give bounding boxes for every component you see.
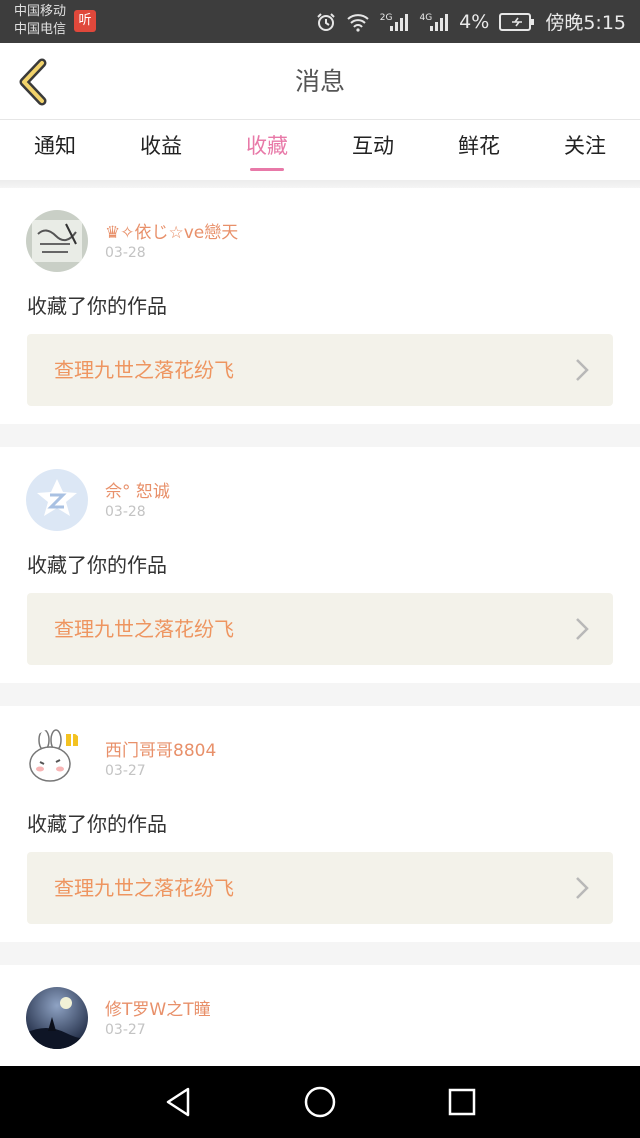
message-card: 西门哥哥8804 03-27 收藏了你的作品 查理九世之落花纷飞 <box>0 706 640 942</box>
avatar[interactable] <box>26 469 88 531</box>
message-date: 03-28 <box>105 504 146 520</box>
work-link[interactable]: 查理九世之落花纷飞 <box>27 852 613 924</box>
username[interactable]: 西门哥哥8804 <box>105 736 216 761</box>
message-card: 修T罗W之T瞳 03-27 <box>0 965 640 1075</box>
carrier-1: 中国移动 <box>14 4 67 19</box>
tab-notifications[interactable]: 通知 <box>10 120 100 180</box>
wifi-icon <box>346 12 370 32</box>
status-bar: 中国移动 中国电信 听 2G 4G 4% 傍晚5:15 <box>0 0 640 43</box>
network-2g-label: 2G <box>379 12 393 23</box>
carrier-2: 中国电信 <box>14 22 67 37</box>
work-link[interactable]: 查理九世之落花纷飞 <box>27 334 613 406</box>
tab-favorites[interactable]: 收藏 <box>222 120 312 180</box>
clock: 傍晚5:15 <box>545 12 626 34</box>
signal-icon-4g: 4G <box>419 13 449 31</box>
message-card: ♛✧依じ☆ve戀天 03-28 收藏了你的作品 查理九世之落花纷飞 <box>0 188 640 424</box>
message-date: 03-28 <box>105 245 146 261</box>
action-text: 收藏了你的作品 <box>27 294 167 318</box>
battery-percent: 4% <box>459 10 490 33</box>
tab-follows[interactable]: 关注 <box>540 120 630 180</box>
triangle-back-icon <box>166 1087 190 1117</box>
action-text: 收藏了你的作品 <box>27 812 167 836</box>
work-title: 查理九世之落花纷飞 <box>54 358 234 382</box>
chevron-right-icon <box>576 877 589 899</box>
page-title: 消息 <box>294 67 345 96</box>
tab-flowers[interactable]: 鲜花 <box>434 120 524 180</box>
carrier-info: 中国移动 中国电信 <box>14 3 66 39</box>
work-title: 查理九世之落花纷飞 <box>54 617 234 641</box>
nav-recents-button[interactable] <box>444 1084 480 1120</box>
work-link[interactable]: 查理九世之落花纷飞 <box>27 593 613 665</box>
action-text: 收藏了你的作品 <box>27 553 167 577</box>
work-title: 查理九世之落花纷飞 <box>54 876 234 900</box>
message-date: 03-27 <box>105 763 146 779</box>
username[interactable]: 修T罗W之T瞳 <box>105 995 211 1020</box>
app-notification-badge: 听 <box>74 10 96 32</box>
circle-home-icon <box>304 1086 336 1118</box>
chevron-right-icon <box>576 618 589 640</box>
battery-icon <box>499 12 535 31</box>
tab-interactions[interactable]: 互动 <box>328 120 418 180</box>
alarm-icon <box>316 12 336 32</box>
tab-earnings[interactable]: 收益 <box>116 120 206 180</box>
avatar[interactable] <box>26 987 88 1049</box>
message-list: ♛✧依じ☆ve戀天 03-28 收藏了你的作品 查理九世之落花纷飞 佘° 恕诚 … <box>0 188 640 1098</box>
avatar[interactable] <box>26 210 88 272</box>
app-header: 消息 <box>0 43 640 120</box>
nav-home-button[interactable] <box>302 1084 338 1120</box>
username[interactable]: 佘° 恕诚 <box>105 477 170 502</box>
chevron-right-icon <box>576 359 589 381</box>
tab-bar: 通知 收益 收藏 互动 鲜花 关注 <box>0 120 640 180</box>
message-date: 03-27 <box>105 1022 146 1038</box>
username[interactable]: ♛✧依じ☆ve戀天 <box>105 218 238 243</box>
network-4g-label: 4G <box>419 12 433 23</box>
nav-back-button[interactable] <box>160 1084 196 1120</box>
status-icons: 2G 4G 4% 傍晚5:15 <box>316 0 626 43</box>
signal-icon-2g: 2G <box>380 13 410 31</box>
tabs-divider <box>0 180 640 188</box>
avatar[interactable] <box>26 728 88 790</box>
message-card: 佘° 恕诚 03-28 收藏了你的作品 查理九世之落花纷飞 <box>0 447 640 683</box>
square-recents-icon <box>448 1088 476 1116</box>
system-nav-bar <box>0 1066 640 1138</box>
